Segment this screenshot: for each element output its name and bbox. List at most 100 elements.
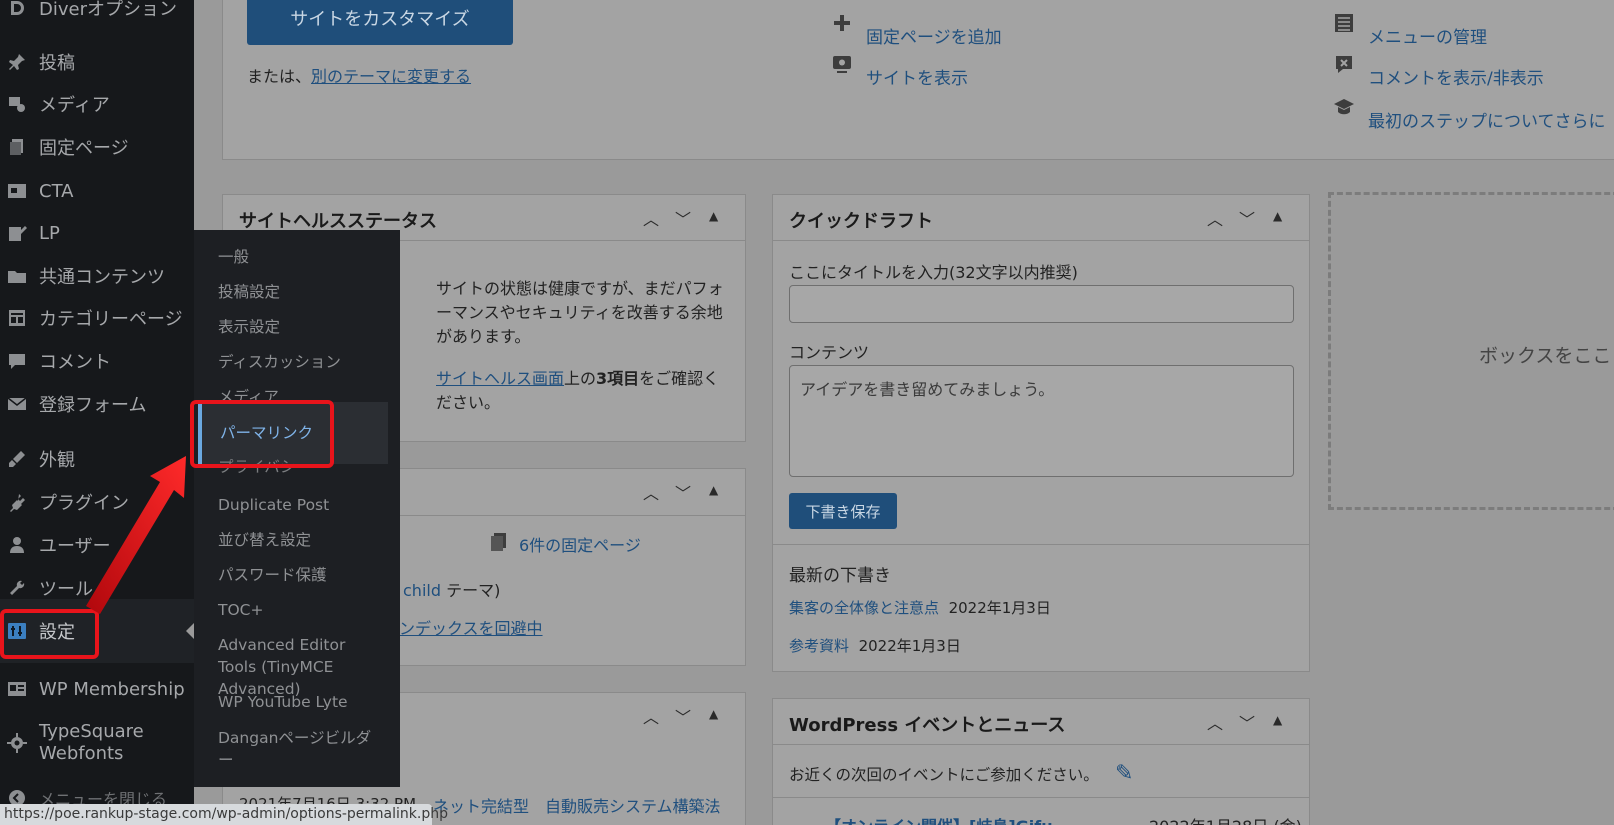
theme-link[interactable]: child — [403, 581, 441, 600]
move-down-icon[interactable]: ﹀ — [1239, 710, 1255, 734]
user-icon — [4, 534, 30, 556]
settings-highlight-box — [0, 609, 99, 659]
move-up-icon[interactable]: ︿ — [1207, 206, 1223, 230]
cta-icon — [4, 180, 30, 202]
toggle-comments-link[interactable]: コメントを表示/非表示 — [1368, 64, 1544, 89]
sidebar-item-media[interactable]: メディア — [0, 86, 194, 122]
move-up-icon[interactable]: ︿ — [643, 704, 659, 728]
diver-icon — [4, 0, 30, 19]
sidebar-item-pages[interactable]: 固定ページ — [0, 129, 194, 165]
theme-suffix: テーマ) — [440, 581, 501, 600]
add-page-link[interactable]: 固定ページを追加 — [866, 23, 1002, 48]
draft-title-label: ここにタイトルを入力(32文字以内推奨) — [789, 263, 1078, 282]
submenu-item-discussion[interactable]: ディスカッション — [194, 351, 400, 373]
sidebar-item-common-content[interactable]: 共通コンテンツ — [0, 258, 194, 294]
quick-draft-panel: クイックドラフト ︿ ﹀ ▲ ここにタイトルを入力(32文字以内推奨) コンテン… — [772, 194, 1310, 672]
comment-icon — [4, 350, 30, 372]
first-steps-link[interactable]: 最初のステップについてさらに — [1368, 107, 1606, 132]
move-down-icon[interactable]: ﹀ — [675, 704, 691, 728]
draft-date: 2022年1月3日 — [948, 599, 1051, 617]
save-draft-button[interactable]: 下書き保存 — [789, 493, 897, 529]
submenu-item-password-protect[interactable]: パスワード保護 — [194, 564, 400, 586]
site-health-screen-link[interactable]: サイトヘルス画面 — [436, 369, 564, 388]
mail-icon — [4, 393, 30, 415]
folder-icon — [4, 265, 30, 287]
move-up-icon[interactable]: ︿ — [643, 480, 659, 504]
move-up-icon[interactable]: ︿ — [1207, 710, 1223, 734]
submenu-item-general[interactable]: 一般 — [194, 246, 400, 268]
change-theme-link[interactable]: 別のテーマに変更する — [311, 67, 471, 86]
site-health-mid: 上の — [564, 369, 597, 388]
view-site-link[interactable]: サイトを表示 — [866, 64, 968, 89]
move-down-icon[interactable]: ﹀ — [675, 206, 691, 230]
site-health-line5: ださい。 — [436, 393, 501, 412]
collapse-toggle-icon[interactable]: ▲ — [709, 209, 718, 223]
draft-content-textarea[interactable]: アイデアを書き留めてみましょう。 — [789, 365, 1294, 477]
list-item: 集客の全体像と注意点 2022年1月3日 — [789, 597, 1051, 618]
collapse-toggle-icon[interactable]: ▲ — [1273, 209, 1282, 223]
sidebar-item-typesquare[interactable]: TypeSquare Webfonts — [0, 718, 194, 768]
site-health-line2: ーマンスやセキュリティを改善する余地 — [436, 303, 723, 322]
or-label: または、 — [247, 67, 312, 86]
submenu-item-sort-settings[interactable]: 並び替え設定 — [194, 529, 400, 551]
submenu-item-duplicate-post[interactable]: Duplicate Post — [194, 494, 400, 516]
submenu-item-toc[interactable]: TOC+ — [194, 599, 400, 621]
collapse-toggle-icon[interactable]: ▲ — [709, 483, 718, 497]
search-engine-visibility-link[interactable]: ンデックスを回避中 — [399, 615, 543, 639]
draft-title-input[interactable] — [789, 285, 1294, 323]
pin-icon — [4, 51, 30, 73]
submenu-item-reading[interactable]: 表示設定 — [194, 316, 400, 338]
draft-link[interactable]: 集客の全体像と注意点 — [789, 599, 939, 617]
events-intro: お近くの次回のイベントにご参加ください。 — [789, 766, 1099, 784]
settings-submenu: 一般 投稿設定 表示設定 ディスカッション メディア パーマリンク プライバシー… — [194, 230, 400, 787]
move-down-icon[interactable]: ﹀ — [675, 480, 691, 504]
sidebar-item-comments[interactable]: コメント — [0, 343, 194, 379]
panel-divider — [773, 797, 1309, 798]
sidebar-item-label: カテゴリーページ — [39, 309, 183, 330]
sidebar-item-label: コメント — [39, 352, 111, 373]
draft-date: 2022年1月3日 — [858, 637, 961, 655]
sidebar-item-label: WP Membership — [39, 678, 185, 700]
recent-drafts-heading: 最新の下書き — [789, 566, 891, 586]
sidebar-item-appearance[interactable]: 外観 — [0, 441, 194, 477]
customize-site-button[interactable]: サイトをカスタマイズ — [247, 0, 513, 45]
collapse-toggle-icon[interactable]: ▲ — [1273, 713, 1282, 727]
submenu-item-dangan-page-builder[interactable]: Danganページビルダー — [194, 727, 380, 771]
quick-draft-title: クイックドラフト — [789, 211, 933, 232]
draft-link[interactable]: 参考資料 — [789, 637, 849, 655]
event-link[interactable]: 【オンライン開催】[岐阜]Gifu — [825, 813, 1053, 825]
sidebar-item-posts[interactable]: 投稿 — [0, 44, 194, 80]
sidebar-item-lp[interactable]: LP — [0, 215, 194, 251]
widget-drop-zone: ボックスをここ — [1328, 192, 1614, 510]
sidebar-item-cta[interactable]: CTA — [0, 173, 194, 209]
sidebar-item-users[interactable]: ユーザー — [0, 527, 194, 563]
move-up-icon[interactable]: ︿ — [643, 206, 659, 230]
graduation-cap-icon — [1333, 96, 1355, 124]
event-date: 2022年1月28日 (金) — [1149, 813, 1302, 825]
browser-status-url: https://poe.rankup-stage.com/wp-admin/op… — [0, 804, 448, 825]
pages-count-link[interactable]: 6件の固定ページ — [519, 532, 641, 556]
sidebar-item-diver-options[interactable]: Diverオプション — [0, 0, 194, 26]
activity-post-link[interactable]: ネット完結型 自動販売システム構築法 — [433, 793, 721, 817]
sidebar-item-label: 登録フォーム — [39, 395, 147, 416]
sidebar-item-label: 外観 — [39, 450, 75, 471]
sidebar-item-label: Diverオプション — [39, 0, 177, 20]
sidebar-item-forms[interactable]: 登録フォーム — [0, 386, 194, 422]
dash-icon-2: — — [1333, 0, 1349, 1]
site-health-line1: サイトの状態は健康ですが、まだパフォ — [436, 279, 724, 298]
sidebar-item-label: ツール — [39, 579, 93, 600]
draft-content-label: コンテンツ — [789, 343, 870, 362]
sidebar-item-plugins[interactable]: プラグイン — [0, 484, 194, 520]
submenu-item-writing[interactable]: 投稿設定 — [194, 281, 400, 303]
submenu-item-wp-youtube-lyte[interactable]: WP YouTube Lyte — [194, 691, 400, 713]
welcome-or-text: または、別のテーマに変更する — [247, 63, 471, 87]
collapse-toggle-icon[interactable]: ▲ — [709, 707, 718, 721]
dash-icon: — — [831, 0, 847, 1]
pencil-icon[interactable]: ✎ — [1115, 761, 1133, 786]
sidebar-item-label: LP — [39, 222, 60, 244]
move-down-icon[interactable]: ﹀ — [1239, 206, 1255, 230]
sidebar-item-wp-membership[interactable]: WP Membership — [0, 671, 194, 707]
sidebar-item-category-page[interactable]: カテゴリーページ — [0, 300, 194, 336]
quick-draft-header: クイックドラフト ︿ ﹀ ▲ — [773, 195, 1309, 241]
manage-menus-link[interactable]: メニューの管理 — [1368, 23, 1487, 48]
